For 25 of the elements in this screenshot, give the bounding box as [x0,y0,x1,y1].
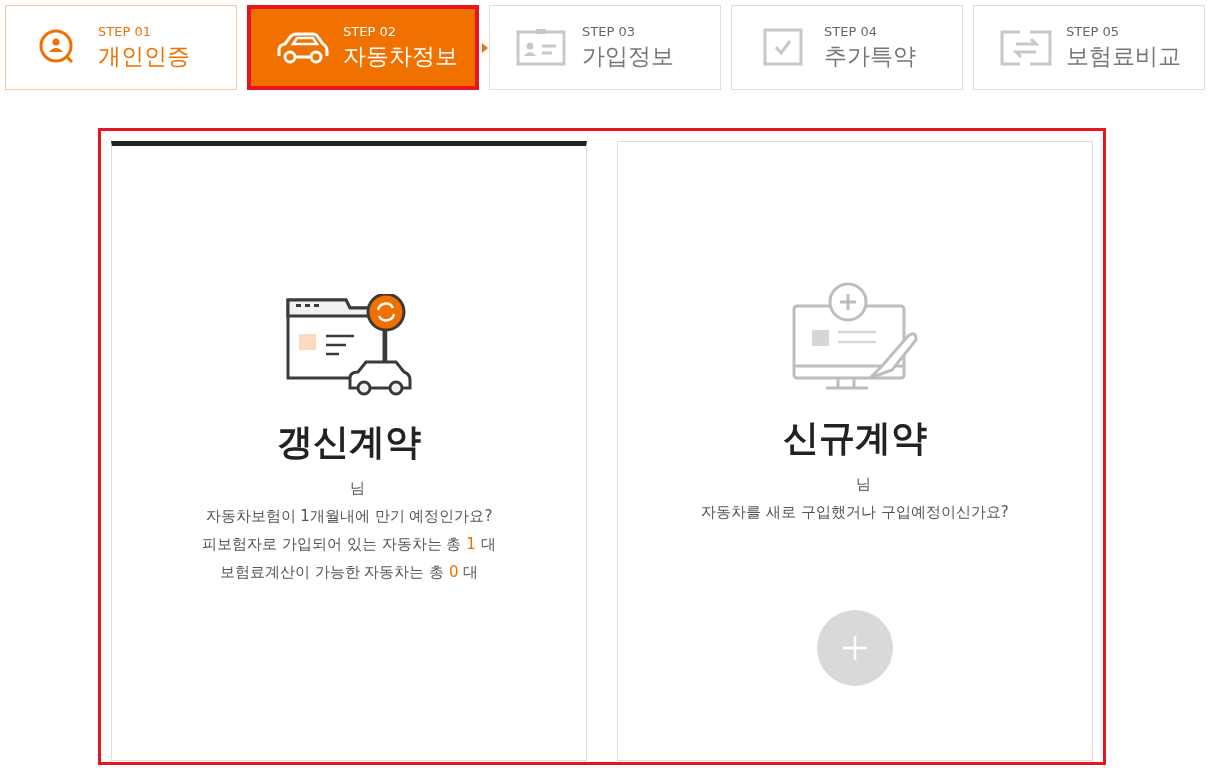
step-title: 개인인증 [98,41,190,71]
step-number: STEP 05 [1066,23,1120,40]
customer-greeting: 님 [348,478,365,499]
step-title: 추가특약 [824,41,916,71]
step-tab[interactable]: STEP 03 가입정보 [489,5,721,90]
card-title: 신규계약 [783,416,927,460]
contract-card[interactable]: 신규계약 님 자동차를 새로 구입했거나 구입예정이신가요? [617,141,1093,761]
customer-greeting: 님 [854,474,871,495]
step-number: STEP 01 [98,23,152,40]
step-tab[interactable]: STEP 05 보험료비교 [973,5,1205,90]
step-title: 보험료비교 [1066,41,1181,71]
step-number: STEP 03 [582,23,636,40]
plus-icon [842,635,868,661]
step-number: STEP 04 [824,23,878,40]
step-title: 자동차정보 [343,41,458,71]
card-title: 갱신계약 [277,420,421,464]
step-title: 가입정보 [582,41,674,71]
card-description: 자동차를 새로 구입했거나 구입예정이신가요? [701,502,1009,523]
card-description: 피보험자로 가입되어 있는 자동차는 총 1 대 [202,534,496,555]
step-number: STEP 02 [343,23,397,40]
step-tab[interactable]: STEP 04 추가특약 [731,5,963,90]
card-description: 자동차보험이 1개월내에 만기 예정인가요? [205,506,493,527]
contract-card[interactable]: 갱신계약 님 자동차보험이 1개월내에 만기 예정인가요? 피보험자로 가입되어 있는 자동차는 총 1 대 보험료계산이 가능한 자동차는 총 0 대 [111,141,587,761]
card-description: 보험료계산이 가능한 자동차는 총 0 대 [219,562,479,583]
step-tab[interactable]: STEP 01 개인인증 [5,5,237,90]
